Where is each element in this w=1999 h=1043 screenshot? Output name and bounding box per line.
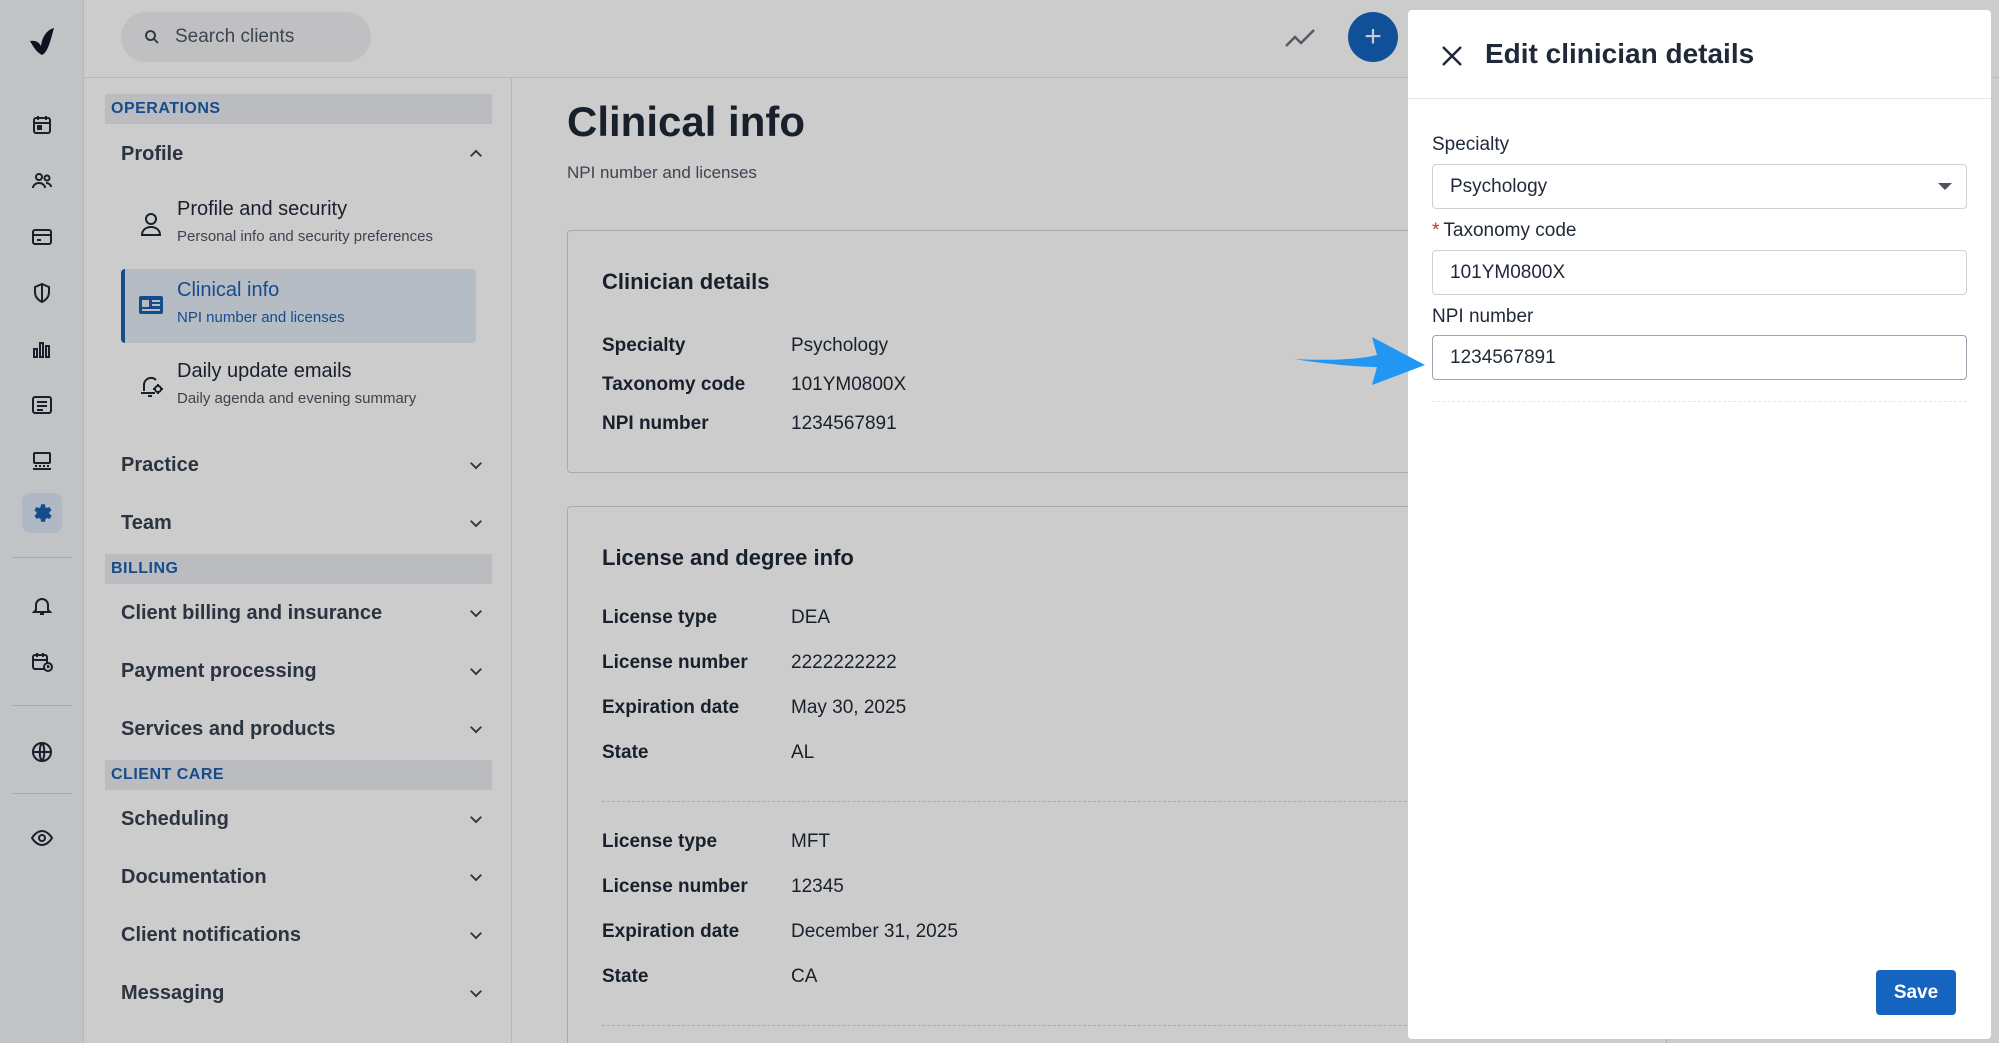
drawer-header: Edit clinician details [1408,10,1991,99]
drawer-title: Edit clinician details [1485,38,1755,69]
caret-down-icon [1938,183,1952,190]
required-indicator: * [1432,220,1440,241]
taxonomy-code-field[interactable] [1432,250,1967,295]
npi-number-field[interactable] [1432,335,1967,380]
drawer-divider [1432,401,1967,402]
specialty-select[interactable]: Psychology [1432,164,1967,209]
save-button[interactable]: Save [1876,970,1956,1015]
specialty-label: Specialty [1432,134,1510,155]
taxonomy-label: * Taxonomy code [1432,220,1576,242]
specialty-selected-value: Psychology [1450,175,1548,197]
npi-label: NPI number [1432,306,1534,327]
close-icon[interactable] [1438,42,1466,70]
taxonomy-label-text: Taxonomy code [1443,220,1577,241]
edit-clinician-drawer: Edit clinician details Specialty Psychol… [1408,10,1991,1039]
annotation-arrow-icon [1294,337,1425,385]
